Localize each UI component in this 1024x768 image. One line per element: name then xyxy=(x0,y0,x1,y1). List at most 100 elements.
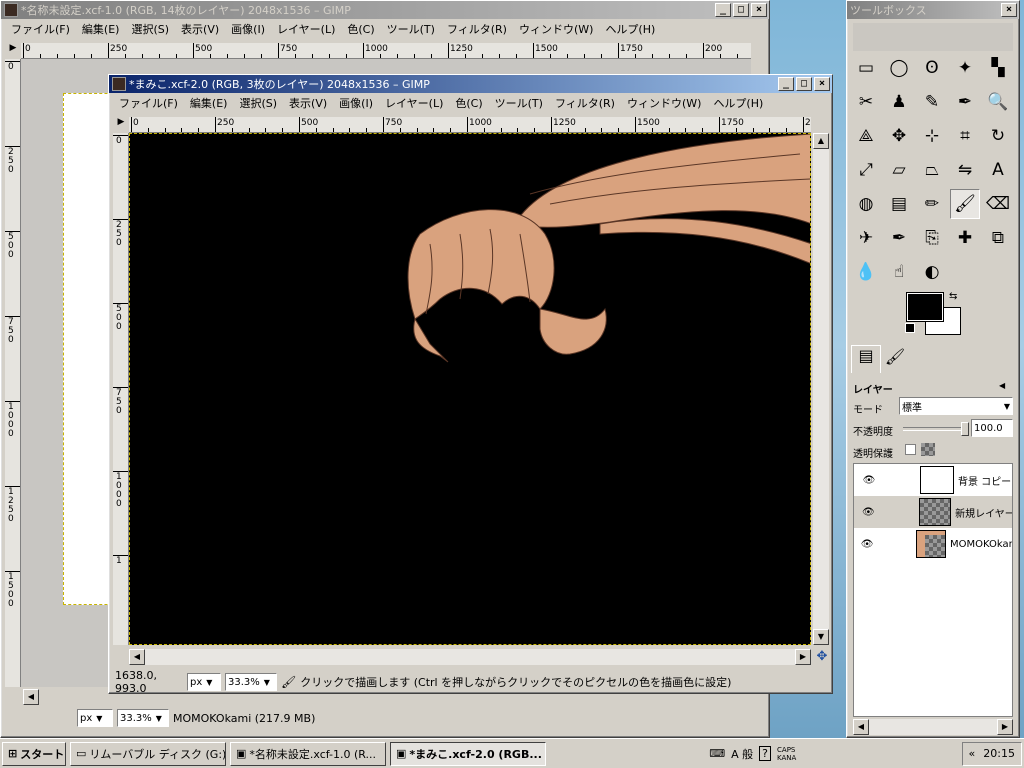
scroll-right-button[interactable]: ▶ xyxy=(997,719,1013,735)
menu-item[interactable]: フィルタ(R) xyxy=(441,21,513,37)
menu-item[interactable]: 編集(E) xyxy=(76,21,126,37)
text-tool-icon[interactable]: A xyxy=(983,155,1013,185)
rect-select-tool-icon[interactable]: ▭ xyxy=(851,53,881,83)
front-hscroll[interactable]: ◀ ▶ xyxy=(129,649,811,665)
front-window-titlebar[interactable]: *まみこ.xcf-2.0 (RGB, 3枚のレイヤー) 2048x1536 – … xyxy=(109,75,832,93)
menu-item[interactable]: フィルタ(R) xyxy=(549,95,621,111)
menu-item[interactable]: 画像(I) xyxy=(225,21,271,37)
align-tool-icon[interactable]: ⊹ xyxy=(917,121,947,151)
menu-item[interactable]: 編集(E) xyxy=(184,95,234,111)
move-tool-icon[interactable]: ✥ xyxy=(884,121,914,151)
ime-mode[interactable]: A 般 xyxy=(731,746,753,762)
lasso-tool-icon[interactable]: ʘ xyxy=(917,53,947,83)
zoom-tool-icon[interactable]: 🔍 xyxy=(983,87,1013,117)
ellipse-select-tool-icon[interactable]: ◯ xyxy=(884,53,914,83)
taskbar-item[interactable]: ▣ *名称未設定.xcf-1.0 (R... xyxy=(230,741,386,766)
color-select-tool-icon[interactable]: ▚ xyxy=(983,53,1013,83)
scale-tool-icon[interactable]: ⤢ xyxy=(851,155,881,185)
ink-tool-icon[interactable]: ✒ xyxy=(884,223,914,253)
menu-item[interactable]: 選択(S) xyxy=(233,95,283,111)
back-zoom-select[interactable]: 33.3% ▼ xyxy=(117,709,169,727)
paths-tool-icon[interactable]: ✎ xyxy=(917,87,947,117)
mode-select[interactable]: 標準 ▼ xyxy=(899,397,1013,415)
layer-row[interactable]: 👁 MOMOKOkami xyxy=(854,528,1012,560)
maximize-button[interactable]: □ xyxy=(733,3,749,17)
opacity-slider[interactable] xyxy=(903,422,969,436)
scroll-down-button[interactable]: ▼ xyxy=(813,629,829,645)
tray-expand-icon[interactable]: « xyxy=(969,747,976,760)
shear-tool-icon[interactable]: ▱ xyxy=(884,155,914,185)
maximize-button[interactable]: □ xyxy=(796,77,812,91)
menu-item[interactable]: 色(C) xyxy=(449,95,488,111)
help-icon[interactable]: ? xyxy=(759,746,772,761)
visibility-eye-icon[interactable]: 👁 xyxy=(854,507,883,518)
layers-hscroll[interactable]: ◀ ▶ xyxy=(853,719,1013,735)
menu-item[interactable]: レイヤー(L) xyxy=(271,21,341,37)
minimize-button[interactable]: _ xyxy=(715,3,731,17)
scroll-up-button[interactable]: ▲ xyxy=(813,133,829,149)
menu-item[interactable]: レイヤー(L) xyxy=(379,95,449,111)
default-colors-icon[interactable] xyxy=(905,323,915,333)
menu-item[interactable]: 画像(I) xyxy=(333,95,379,111)
rotate-tool-icon[interactable]: ↻ xyxy=(983,121,1013,151)
keyboard-icon[interactable]: ⌨ xyxy=(709,747,725,760)
opacity-spinner[interactable]: 100.0 xyxy=(971,419,1013,437)
heal-tool-icon[interactable]: ✚ xyxy=(950,223,980,253)
menu-item[interactable]: ウィンドウ(W) xyxy=(513,21,599,37)
front-zoom-select[interactable]: 33.3% ▼ xyxy=(225,673,277,691)
menu-item[interactable]: 選択(S) xyxy=(125,21,175,37)
color-picker-tool-icon[interactable]: ✒ xyxy=(950,87,980,117)
swap-colors-icon[interactable]: ⇆ xyxy=(949,291,957,302)
brushes-tab[interactable]: 🖌 xyxy=(881,347,909,373)
visibility-eye-icon[interactable]: 👁 xyxy=(854,475,884,486)
visibility-eye-icon[interactable]: 👁 xyxy=(854,539,880,550)
front-vscroll[interactable]: ▲ ▼ xyxy=(813,133,829,645)
start-button[interactable]: ⊞ スタート xyxy=(2,741,66,766)
navigate-icon[interactable]: ✥ xyxy=(815,649,829,665)
perspective-clone-tool-icon[interactable]: ⧉ xyxy=(983,223,1013,253)
foreground-select-tool-icon[interactable]: ♟ xyxy=(884,87,914,117)
taskbar-item[interactable]: ▭ リムーバブル ディスク (G:) xyxy=(70,741,226,766)
front-ruler-corner[interactable]: ▶ xyxy=(113,117,129,133)
menu-item[interactable]: 表示(V) xyxy=(175,21,225,37)
close-button[interactable]: × xyxy=(751,3,767,17)
layers-menu-arrow[interactable]: ◀ xyxy=(999,381,1005,390)
back-window-titlebar[interactable]: *名称未設定.xcf-1.0 (RGB, 14枚のレイヤー) 2048x1536… xyxy=(1,1,769,19)
blur-tool-icon[interactable]: 💧 xyxy=(851,257,881,287)
paintbrush-tool-icon[interactable]: 🖌 xyxy=(950,189,980,219)
layer-row[interactable]: 👁 新規レイヤー xyxy=(854,496,1012,528)
menu-item[interactable]: ファイル(F) xyxy=(5,21,76,37)
front-unit-select[interactable]: px ▼ xyxy=(187,673,221,691)
scroll-left-button[interactable]: ◀ xyxy=(129,649,145,665)
clone-tool-icon[interactable]: ⎘ xyxy=(917,223,947,253)
close-button[interactable]: × xyxy=(814,77,830,91)
menu-item[interactable]: ツール(T) xyxy=(381,21,441,37)
menu-item[interactable]: ファイル(F) xyxy=(113,95,184,111)
menu-item[interactable]: ウィンドウ(W) xyxy=(621,95,707,111)
close-button[interactable]: × xyxy=(1001,3,1017,17)
opacity-slider-handle[interactable] xyxy=(961,422,969,436)
menu-item[interactable]: ヘルプ(H) xyxy=(599,21,661,37)
flip-tool-icon[interactable]: ⇋ xyxy=(950,155,980,185)
pencil-tool-icon[interactable]: ✏ xyxy=(917,189,947,219)
taskbar-item[interactable]: ▣ *まみこ.xcf-2.0 (RGB... xyxy=(390,741,546,766)
menu-item[interactable]: 色(C) xyxy=(341,21,380,37)
dodge-burn-tool-icon[interactable]: ◐ xyxy=(917,257,947,287)
lock-alpha-checkbox[interactable] xyxy=(905,444,916,455)
blend-tool-icon[interactable]: ▤ xyxy=(884,189,914,219)
back-unit-select[interactable]: px ▼ xyxy=(77,709,113,727)
scroll-right-button[interactable]: ▶ xyxy=(795,649,811,665)
back-scroll-left[interactable]: ◀ xyxy=(23,689,39,705)
menu-item[interactable]: ヘルプ(H) xyxy=(707,95,769,111)
crop-tool-icon[interactable]: ⌗ xyxy=(950,121,980,151)
layers-tab[interactable]: ▤ xyxy=(851,345,881,373)
front-image-window[interactable]: *まみこ.xcf-2.0 (RGB, 3枚のレイヤー) 2048x1536 – … xyxy=(108,74,833,695)
smudge-tool-icon[interactable]: ☝ xyxy=(884,257,914,287)
toolbox-titlebar[interactable]: ツールボックス × xyxy=(847,1,1019,19)
fuzzy-select-tool-icon[interactable]: ✦ xyxy=(950,53,980,83)
foreground-color-swatch[interactable] xyxy=(906,292,944,322)
bucket-fill-tool-icon[interactable]: ◍ xyxy=(851,189,881,219)
measure-tool-icon[interactable]: ⟁ xyxy=(851,121,881,151)
perspective-tool-icon[interactable]: ⏢ xyxy=(917,155,947,185)
scissors-tool-icon[interactable]: ✂ xyxy=(851,87,881,117)
